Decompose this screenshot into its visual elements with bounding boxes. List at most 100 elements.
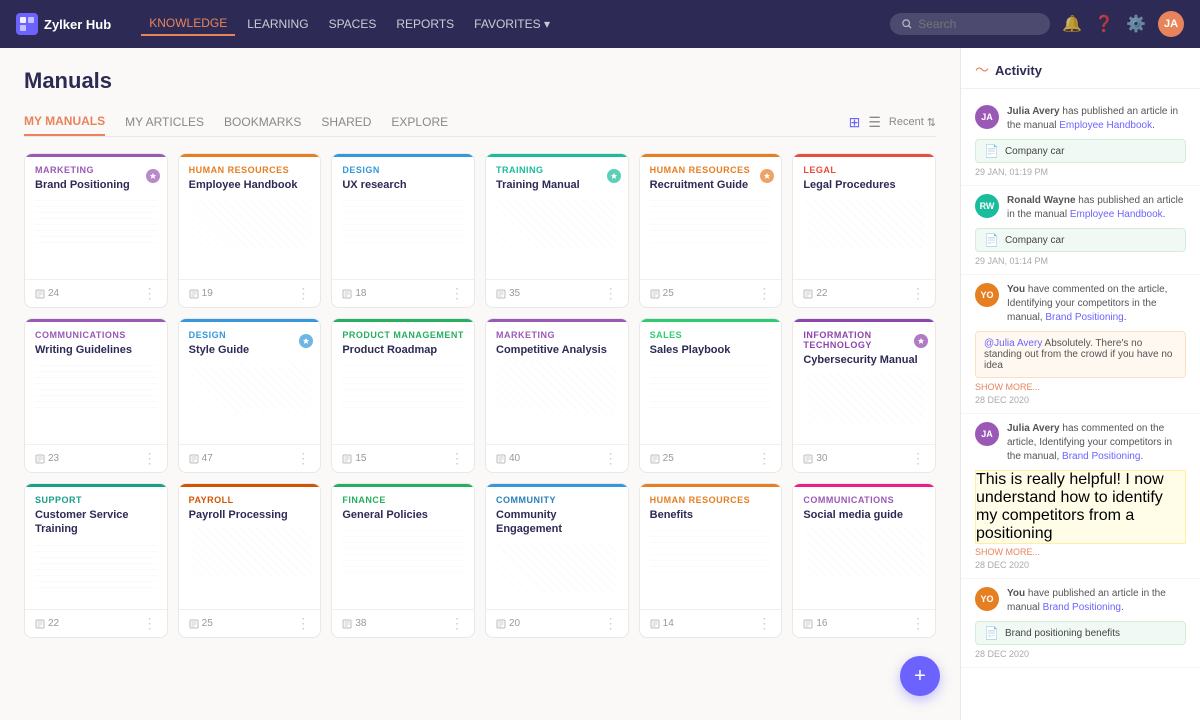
card-pages: 30 (803, 453, 827, 464)
activity-user: JA Julia Avery has published an article … (975, 105, 1186, 133)
manual-card[interactable]: HUMAN RESOURCES Benefits 14 ⋮ (639, 483, 783, 638)
card-illustration (803, 198, 925, 248)
card-wrapper: DESIGN Style Guide 47 ⋮ (178, 318, 322, 473)
card-body: MARKETING Competitive Analysis (486, 322, 628, 444)
card-category: PRODUCT MANAGEMENT (342, 330, 464, 340)
manual-card[interactable]: COMMUNICATIONS Social media guide 16 ⋮ (792, 483, 936, 638)
search-box[interactable] (890, 13, 1050, 35)
manual-card[interactable]: LEGAL Legal Procedures 22 ⋮ (792, 153, 936, 308)
tab-my-manuals[interactable]: MY MANUALS (24, 108, 105, 136)
help-icon[interactable]: ❓ (1094, 14, 1114, 34)
bell-icon[interactable]: 🔔 (1062, 14, 1082, 34)
manual-card[interactable]: PAYROLL Payroll Processing 25 ⋮ (178, 483, 322, 638)
card-footer: 25 ⋮ (640, 444, 782, 472)
nav-reports[interactable]: REPORTS (388, 13, 462, 35)
card-body: FINANCE General Policies (332, 487, 474, 609)
search-input[interactable] (918, 17, 1038, 31)
manual-card[interactable]: PRODUCT MANAGEMENT Product Roadmap 15 ⋮ (331, 318, 475, 473)
manual-card[interactable]: MARKETING Competitive Analysis 40 ⋮ (485, 318, 629, 473)
nav-learning[interactable]: LEARNING (239, 13, 316, 35)
list-view-button[interactable]: ☰ (868, 114, 881, 131)
manual-card[interactable]: HUMAN RESOURCES Employee Handbook 19 ⋮ (178, 153, 322, 308)
manual-card[interactable]: DESIGN UX research 18 ⋮ (331, 153, 475, 308)
tab-bookmarks[interactable]: BOOKMARKS (224, 109, 301, 135)
card-illustration (496, 543, 618, 593)
card-title: Legal Procedures (803, 178, 925, 192)
activity-card-ref[interactable]: 📄 Company car (975, 139, 1186, 163)
tab-explore[interactable]: EXPLORE (391, 109, 448, 135)
card-menu-button[interactable]: ⋮ (911, 450, 925, 467)
card-title: Payroll Processing (189, 508, 311, 522)
card-title: Community Engagement (496, 508, 618, 537)
card-menu-button[interactable]: ⋮ (604, 615, 618, 632)
card-category: FINANCE (342, 495, 464, 505)
show-more-link[interactable]: SHOW MORE... (975, 382, 1186, 392)
card-menu-button[interactable]: ⋮ (757, 450, 771, 467)
card-category: MARKETING (35, 165, 157, 175)
card-menu-button[interactable]: ⋮ (296, 450, 310, 467)
activity-link[interactable]: Employee Handbook (1070, 209, 1163, 220)
card-menu-button[interactable]: ⋮ (604, 450, 618, 467)
page-count: 15 (355, 453, 366, 464)
card-footer: 18 ⋮ (332, 279, 474, 307)
card-menu-button[interactable]: ⋮ (450, 615, 464, 632)
activity-link[interactable]: Employee Handbook (1059, 120, 1152, 131)
manual-card[interactable]: FINANCE General Policies 38 ⋮ (331, 483, 475, 638)
card-menu-button[interactable]: ⋮ (911, 285, 925, 302)
card-menu-button[interactable]: ⋮ (757, 285, 771, 302)
card-menu-button[interactable]: ⋮ (911, 615, 925, 632)
card-body: HUMAN RESOURCES Benefits (640, 487, 782, 609)
card-wrapper: HUMAN RESOURCES Recruitment Guide 25 ⋮ (639, 153, 783, 308)
activity-item: JA Julia Avery has commented on the arti… (961, 414, 1200, 579)
recent-sort-button[interactable]: Recent ⇅ (889, 116, 936, 129)
activity-avatar: JA (975, 105, 999, 129)
grid-view-button[interactable]: ⊞ (849, 114, 861, 131)
card-category: DESIGN (342, 165, 464, 175)
card-wrapper: COMMUNICATIONS Writing Guidelines 23 ⋮ (24, 318, 168, 473)
activity-card-ref[interactable]: 📄 Brand positioning benefits (975, 621, 1186, 645)
page-count: 25 (202, 618, 213, 629)
manual-card[interactable]: SALES Sales Playbook 25 ⋮ (639, 318, 783, 473)
app-logo[interactable]: Zylker Hub (16, 13, 111, 35)
activity-link[interactable]: Brand Positioning (1043, 602, 1121, 613)
activity-sidebar: 〜 Activity JA Julia Avery has published … (960, 48, 1200, 720)
card-pages: 19 (189, 288, 213, 299)
nav-knowledge[interactable]: KNOWLEDGE (141, 12, 235, 36)
activity-link[interactable]: Brand Positioning (1045, 312, 1123, 323)
card-menu-button[interactable]: ⋮ (604, 285, 618, 302)
manual-card[interactable]: SUPPORT Customer Service Training 22 ⋮ (24, 483, 168, 638)
card-wrapper: COMMUNICATIONS Social media guide 16 ⋮ (792, 483, 936, 638)
activity-card-ref[interactable]: 📄 Company car (975, 228, 1186, 252)
settings-icon[interactable]: ⚙️ (1126, 14, 1146, 34)
card-menu-button[interactable]: ⋮ (296, 285, 310, 302)
avatar[interactable]: JA (1158, 11, 1184, 37)
manual-card[interactable]: COMMUNITY Community Engagement 20 ⋮ (485, 483, 629, 638)
tabs-row: MY MANUALS MY ARTICLES BOOKMARKS SHARED … (24, 108, 936, 137)
card-title: Employee Handbook (189, 178, 311, 192)
page-count: 38 (355, 618, 366, 629)
card-category: SUPPORT (35, 495, 157, 505)
card-illustration (35, 363, 157, 413)
card-wrapper: MARKETING Brand Positioning 24 ⋮ (24, 153, 168, 308)
page-count: 18 (355, 288, 366, 299)
nav-spaces[interactable]: SPACES (321, 13, 385, 35)
activity-time: 28 DEC 2020 (975, 395, 1186, 405)
card-menu-button[interactable]: ⋮ (450, 285, 464, 302)
activity-feed: JA Julia Avery has published an article … (961, 89, 1200, 676)
card-menu-button[interactable]: ⋮ (757, 615, 771, 632)
activity-link[interactable]: Brand Positioning (1062, 451, 1140, 462)
show-more-link[interactable]: SHOW MORE... (975, 547, 1186, 557)
manual-card[interactable]: COMMUNICATIONS Writing Guidelines 23 ⋮ (24, 318, 168, 473)
doc-icon: 📄 (984, 626, 999, 640)
nav-favorites[interactable]: FAVORITES ▾ (466, 13, 558, 35)
tab-shared[interactable]: SHARED (321, 109, 371, 135)
add-button[interactable]: + (900, 656, 940, 696)
page-count: 20 (509, 618, 520, 629)
card-menu-button[interactable]: ⋮ (296, 615, 310, 632)
card-footer: 22 ⋮ (793, 279, 935, 307)
card-menu-button[interactable]: ⋮ (450, 450, 464, 467)
card-menu-button[interactable]: ⋮ (143, 615, 157, 632)
card-menu-button[interactable]: ⋮ (143, 450, 157, 467)
tab-my-articles[interactable]: MY ARTICLES (125, 109, 204, 135)
card-menu-button[interactable]: ⋮ (143, 285, 157, 302)
